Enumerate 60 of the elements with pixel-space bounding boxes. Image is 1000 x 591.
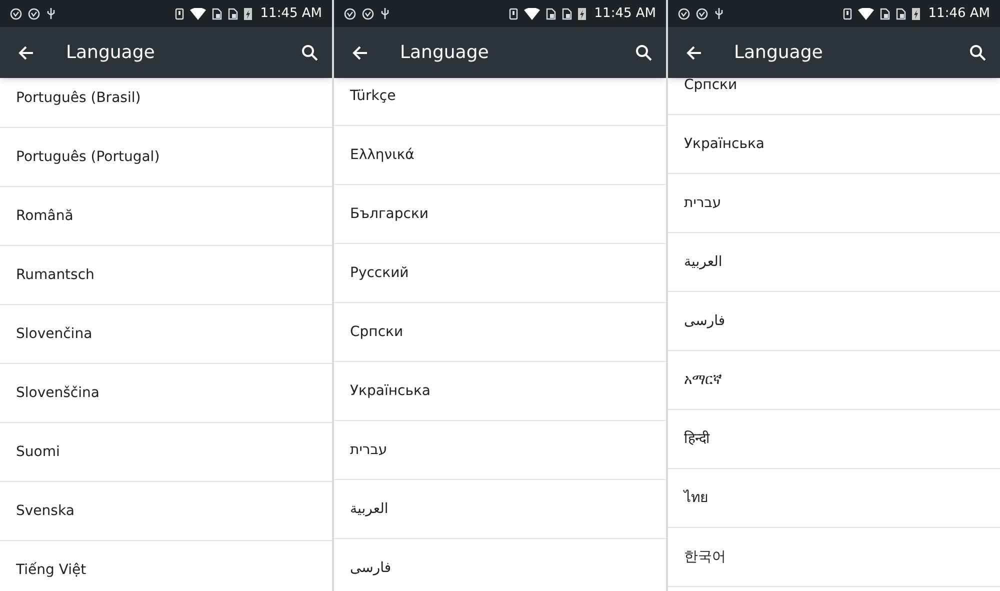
language-item[interactable]: فارسی [668,292,1000,351]
language-item[interactable]: فارسی [334,539,666,591]
language-item[interactable]: Română [0,187,332,246]
language-item[interactable]: Rumantsch [0,246,332,305]
language-item[interactable]: العربية [334,480,666,539]
language-item[interactable]: Türkçe [334,78,666,126]
search-button[interactable] [634,42,654,62]
battery-charging-icon [578,7,586,20]
toolbar-title: Language [734,41,824,65]
sim-card-icon [546,8,556,20]
language-item[interactable]: Português (Portugal) [0,128,332,187]
language-item[interactable]: Українська [334,362,666,421]
language-item[interactable]: Українська [668,115,1000,174]
sim-card-icon [562,8,572,20]
sim-card-icon [228,8,238,20]
vibrate-icon [509,8,518,20]
clock: 11:45 AM [260,4,322,23]
usb-icon [380,7,390,20]
clock: 11:46 AM [928,4,990,23]
language-item[interactable]: हिन्दी [668,410,1000,469]
toolbar-title: Language [400,41,490,65]
language-item[interactable]: Български [334,185,666,244]
language-item[interactable]: Српски [668,78,1000,115]
language-item[interactable]: Српски [334,303,666,362]
notification-icon [362,8,374,20]
language-item[interactable]: עברית [334,421,666,480]
language-item[interactable]: עברית [668,174,1000,233]
language-item[interactable]: Suomi [0,423,332,482]
language-item[interactable]: Slovenčina [0,305,332,364]
battery-charging-icon [244,7,252,20]
vibrate-icon [843,8,852,20]
sim-card-icon [896,8,906,20]
notification-icon [28,8,40,20]
sim-card-icon [880,8,890,20]
search-button[interactable] [968,42,988,62]
language-item[interactable]: አማርኛ [668,351,1000,410]
language-item[interactable]: 한국어 [668,528,1000,587]
notification-icon [344,8,356,20]
battery-charging-icon [912,7,920,20]
language-item[interactable]: ไทย [668,469,1000,528]
wifi-icon [524,8,540,20]
language-item[interactable]: Slovenščina [0,364,332,423]
notification-icon [696,8,708,20]
language-item[interactable]: Svenska [0,482,332,541]
wifi-icon [858,8,874,20]
notification-icon [10,8,22,20]
language-item[interactable]: العربية [668,233,1000,292]
sim-card-icon [212,8,222,20]
notification-icon [678,8,690,20]
language-item[interactable]: Português (Brasil) [0,78,332,128]
language-item[interactable]: Tiếng Việt [0,541,332,591]
language-item[interactable]: Ελληνικά [334,126,666,185]
toolbar-title: Language [66,41,156,65]
language-item[interactable]: Русский [334,244,666,303]
vibrate-icon [175,8,184,20]
clock: 11:45 AM [594,4,656,23]
wifi-icon [190,8,206,20]
search-button[interactable] [300,42,320,62]
usb-icon [46,7,56,20]
usb-icon [714,7,724,20]
